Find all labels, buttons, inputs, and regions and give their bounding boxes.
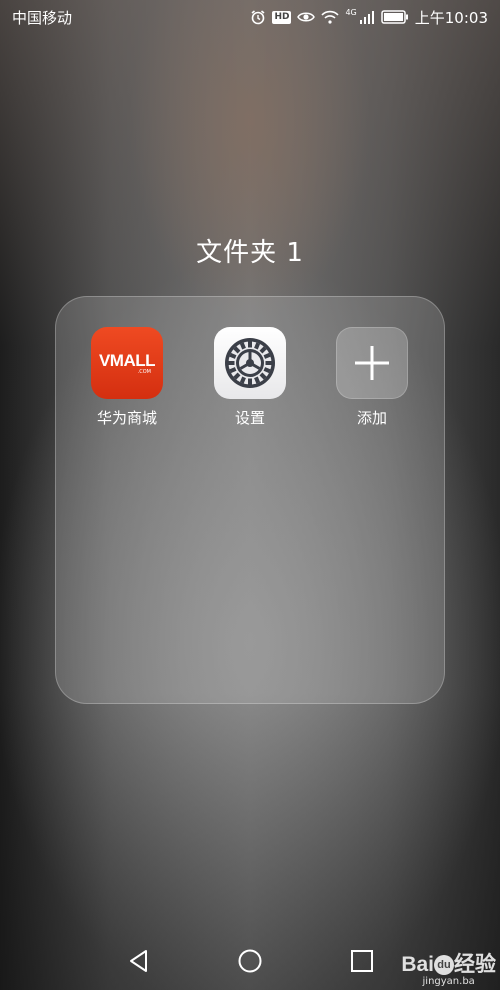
app-settings[interactable]: 设置 xyxy=(200,327,300,428)
signal-icon xyxy=(359,10,375,24)
carrier-name: 中国移动 xyxy=(12,8,73,27)
app-add[interactable]: 添加 xyxy=(322,327,422,428)
status-icons: HD 4G 上午10:03 xyxy=(250,7,488,28)
folder-panel: VMALL .COM 华为商城 设置 添加 xyxy=(55,296,445,704)
status-bar: 中国移动 HD 4G 上午10:03 xyxy=(0,0,500,34)
back-icon[interactable] xyxy=(126,948,152,978)
app-label: 设置 xyxy=(234,409,265,427)
app-vmall[interactable]: VMALL .COM 华为商城 xyxy=(77,327,177,428)
vmall-logo-subtext: .COM xyxy=(137,368,151,375)
wifi-icon xyxy=(321,10,340,24)
baidu-jingyan-watermark: Bai du 经验 jingyan.ba xyxy=(401,954,496,988)
folder-title[interactable]: 文件夹 1 xyxy=(0,232,500,269)
add-plus-icon[interactable] xyxy=(336,327,408,399)
network-type-label: 4G xyxy=(345,7,357,17)
alarm-icon xyxy=(250,9,266,25)
battery-icon xyxy=(381,10,409,24)
home-icon[interactable] xyxy=(237,948,263,978)
eye-comfort-icon xyxy=(297,10,316,24)
clock-time: 上午10:03 xyxy=(414,8,488,27)
app-label: 添加 xyxy=(356,409,387,427)
navigation-bar: Bai du 经验 jingyan.ba xyxy=(0,938,500,990)
vmall-logo-text: VMALL xyxy=(98,350,156,370)
app-label: 华为商城 xyxy=(96,409,157,427)
settings-gear-icon[interactable] xyxy=(214,327,286,399)
hd-icon: HD xyxy=(272,10,292,24)
recents-icon[interactable] xyxy=(349,948,375,978)
watermark-brand: Bai du 经验 xyxy=(401,953,496,976)
watermark-url: jingyan.ba xyxy=(422,976,475,987)
vmall-icon[interactable]: VMALL .COM xyxy=(91,327,163,399)
